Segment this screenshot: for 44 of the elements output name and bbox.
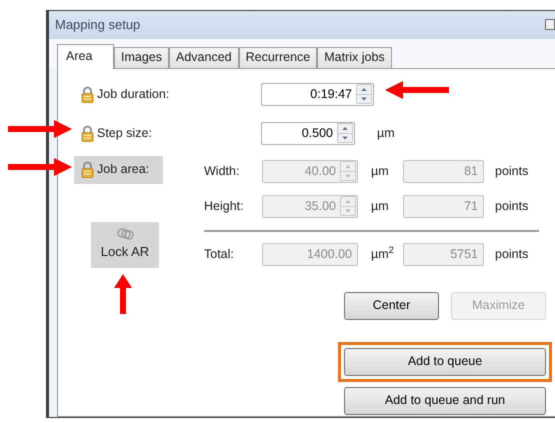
padlock-icon [81,124,94,142]
unit-label: points [495,198,528,215]
close-icon[interactable] [545,19,555,30]
unit-label: µm [377,124,395,142]
field-label: Height: [204,198,245,215]
lock-toggle[interactable]: Job duration: [81,84,261,104]
annotation-arrow [8,157,72,177]
field-value: 81 [463,162,479,180]
lock-toggle[interactable]: Step size: [81,124,261,143]
window-title: Mapping setup [55,16,140,34]
number-field[interactable]: 0:19:47 [261,82,374,106]
padlock-icon [81,86,94,103]
field-value: 40.00 [304,162,337,180]
tab[interactable]: Advanced [169,46,239,68]
chain-links-icon [115,228,135,240]
queue-button[interactable]: Add to queue and run [344,386,546,415]
unit-label: points [495,246,528,263]
unit-label: µm$^{2}$ [371,244,395,263]
spin-buttons[interactable] [337,123,353,144]
queue-button[interactable]: Add to queue [344,348,546,376]
action-button[interactable]: Center [344,292,439,320]
field-value: 71 [463,198,479,215]
field-label: Width: [204,162,240,180]
tab[interactable]: Images [114,46,169,68]
spin-buttons[interactable] [356,84,372,104]
unit-label: points [495,162,528,180]
tab[interactable]: Area [57,44,114,69]
unit-label: µm [371,198,390,215]
tab[interactable]: Matrix jobs [317,46,392,68]
field-value: 0:19:47 [309,86,353,103]
field-label: Total: [204,246,235,263]
field-value: 0.500 [300,124,334,142]
annotation-arrow [8,119,72,139]
lock-ar-button[interactable]: Lock AR [91,222,159,268]
field-value: 35.00 [304,198,337,215]
annotation-arrow [385,80,449,100]
field-value: 1400.00 [306,246,353,263]
unit-label: µm [371,162,390,180]
lock-toggle[interactable]: Job area: [74,156,163,184]
annotation-arrow [113,274,133,314]
tab[interactable]: Recurrence [238,46,318,68]
padlock-icon [81,161,94,178]
number-field[interactable]: 0.500 [261,122,355,145]
field-value: 5751 [449,246,479,263]
